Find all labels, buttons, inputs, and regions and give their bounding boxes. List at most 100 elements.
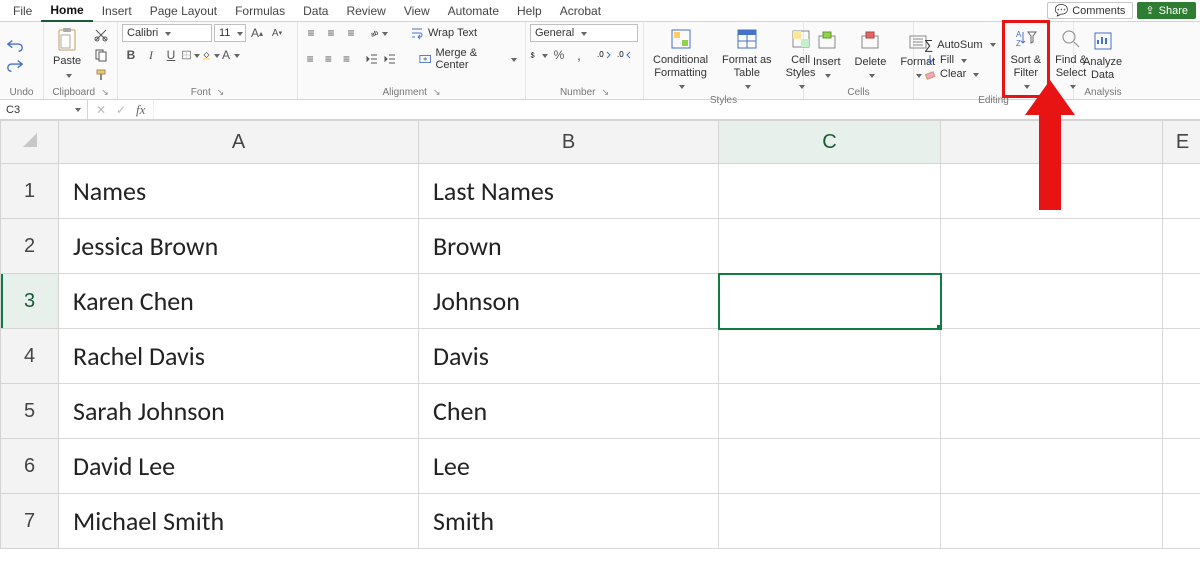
increase-indent[interactable]: [382, 50, 398, 68]
cell-B4[interactable]: Davis: [419, 329, 719, 384]
cell-D3[interactable]: [941, 274, 1163, 329]
font-color-button[interactable]: A: [222, 46, 240, 64]
tab-home[interactable]: Home: [41, 0, 92, 22]
cell-A4[interactable]: Rachel Davis: [59, 329, 419, 384]
row-header-4[interactable]: 4: [1, 329, 59, 384]
bold-button[interactable]: B: [122, 46, 140, 64]
redo-button[interactable]: [6, 56, 24, 74]
conditional-formatting-button[interactable]: Conditional Formatting: [648, 24, 713, 94]
cell-E3[interactable]: [1163, 274, 1200, 329]
cell-D7[interactable]: [941, 494, 1163, 549]
cell-B5[interactable]: Chen: [419, 384, 719, 439]
italic-button[interactable]: I: [142, 46, 160, 64]
font-size-select[interactable]: 11: [214, 24, 246, 42]
cut-button[interactable]: [92, 26, 110, 44]
tab-data[interactable]: Data: [294, 1, 337, 21]
cell-E4[interactable]: [1163, 329, 1200, 384]
tab-acrobat[interactable]: Acrobat: [551, 1, 610, 21]
cell-A7[interactable]: Michael Smith: [59, 494, 419, 549]
decrease-indent[interactable]: [364, 50, 380, 68]
increase-decimal[interactable]: .0: [596, 46, 614, 64]
column-header-E[interactable]: E: [1163, 121, 1200, 164]
column-header-A[interactable]: A: [59, 121, 419, 164]
tab-page-layout[interactable]: Page Layout: [141, 1, 226, 21]
tab-automate[interactable]: Automate: [439, 1, 508, 21]
wrap-text-button[interactable]: Wrap Text: [406, 25, 481, 41]
fill-button[interactable]: Fill: [920, 53, 971, 67]
cell-B7[interactable]: Smith: [419, 494, 719, 549]
row-header-2[interactable]: 2: [1, 219, 59, 274]
cell-D2[interactable]: [941, 219, 1163, 274]
cell-D5[interactable]: [941, 384, 1163, 439]
format-painter-button[interactable]: [92, 66, 110, 84]
cell-E7[interactable]: [1163, 494, 1200, 549]
cell-C3[interactable]: [719, 274, 941, 329]
cell-A6[interactable]: David Lee: [59, 439, 419, 494]
cell-D4[interactable]: [941, 329, 1163, 384]
cell-D1[interactable]: [941, 164, 1163, 219]
undo-button[interactable]: [6, 36, 24, 54]
sort-filter-button[interactable]: A Z Sort & Filter: [1006, 24, 1047, 94]
font-dialog-launcher[interactable]: ↘: [217, 86, 225, 99]
cell-A3[interactable]: Karen Chen: [59, 274, 419, 329]
align-right[interactable]: ≡: [338, 50, 354, 68]
align-left[interactable]: ≡: [302, 50, 318, 68]
cell-C4[interactable]: [719, 329, 941, 384]
format-as-table-button[interactable]: Format as Table: [717, 24, 777, 94]
cell-C7[interactable]: [719, 494, 941, 549]
row-header-7[interactable]: 7: [1, 494, 59, 549]
row-header-6[interactable]: 6: [1, 439, 59, 494]
fill-color-button[interactable]: [202, 46, 220, 64]
fx-button[interactable]: fx: [132, 102, 149, 118]
row-header-3[interactable]: 3: [1, 274, 59, 329]
accounting-format[interactable]: $: [530, 46, 548, 64]
clear-button[interactable]: Clear: [920, 67, 983, 81]
tab-view[interactable]: View: [395, 1, 439, 21]
underline-button[interactable]: U: [162, 46, 180, 64]
analyze-data-button[interactable]: Analyze Data: [1078, 26, 1127, 83]
tab-file[interactable]: File: [4, 1, 41, 21]
select-all-triangle[interactable]: [1, 121, 59, 164]
name-box[interactable]: C3: [0, 100, 88, 119]
cell-E6[interactable]: [1163, 439, 1200, 494]
align-middle[interactable]: ≡: [322, 24, 340, 42]
merge-center-button[interactable]: Merge & Center: [415, 46, 521, 72]
cell-C6[interactable]: [719, 439, 941, 494]
cell-E2[interactable]: [1163, 219, 1200, 274]
font-name-select[interactable]: Calibri: [122, 24, 212, 42]
cell-A1[interactable]: Names: [59, 164, 419, 219]
border-button[interactable]: [182, 46, 200, 64]
enter-formula-button[interactable]: ✓: [112, 101, 130, 119]
alignment-dialog-launcher[interactable]: ↘: [433, 86, 441, 99]
column-header-D[interactable]: D: [941, 121, 1163, 164]
number-format-select[interactable]: General: [530, 24, 638, 42]
row-header-5[interactable]: 5: [1, 384, 59, 439]
tab-formulas[interactable]: Formulas: [226, 1, 294, 21]
cell-B2[interactable]: Brown: [419, 219, 719, 274]
comments-button[interactable]: 💬 Comments: [1047, 2, 1134, 19]
cell-C5[interactable]: [719, 384, 941, 439]
tab-help[interactable]: Help: [508, 1, 551, 21]
increase-font-size[interactable]: A▴: [248, 24, 266, 42]
tab-review[interactable]: Review: [337, 1, 394, 21]
cell-C1[interactable]: [719, 164, 941, 219]
cell-A2[interactable]: Jessica Brown: [59, 219, 419, 274]
decrease-decimal[interactable]: .0: [616, 46, 634, 64]
orientation-button[interactable]: ab: [370, 24, 388, 42]
cell-C2[interactable]: [719, 219, 941, 274]
number-dialog-launcher[interactable]: ↘: [602, 86, 610, 99]
cell-B1[interactable]: Last Names: [419, 164, 719, 219]
percent-format[interactable]: %: [550, 46, 568, 64]
copy-button[interactable]: [92, 46, 110, 64]
cell-A5[interactable]: Sarah Johnson: [59, 384, 419, 439]
tab-insert[interactable]: Insert: [93, 1, 141, 21]
column-header-C[interactable]: C: [719, 121, 941, 164]
paste-button[interactable]: Paste: [48, 25, 86, 84]
row-header-1[interactable]: 1: [1, 164, 59, 219]
insert-cells-button[interactable]: Insert: [808, 26, 846, 83]
cancel-formula-button[interactable]: ✕: [92, 101, 110, 119]
share-button[interactable]: ⇪ Share: [1137, 2, 1196, 19]
cell-D6[interactable]: [941, 439, 1163, 494]
decrease-font-size[interactable]: A▾: [268, 24, 286, 42]
cell-B3[interactable]: Johnson: [419, 274, 719, 329]
